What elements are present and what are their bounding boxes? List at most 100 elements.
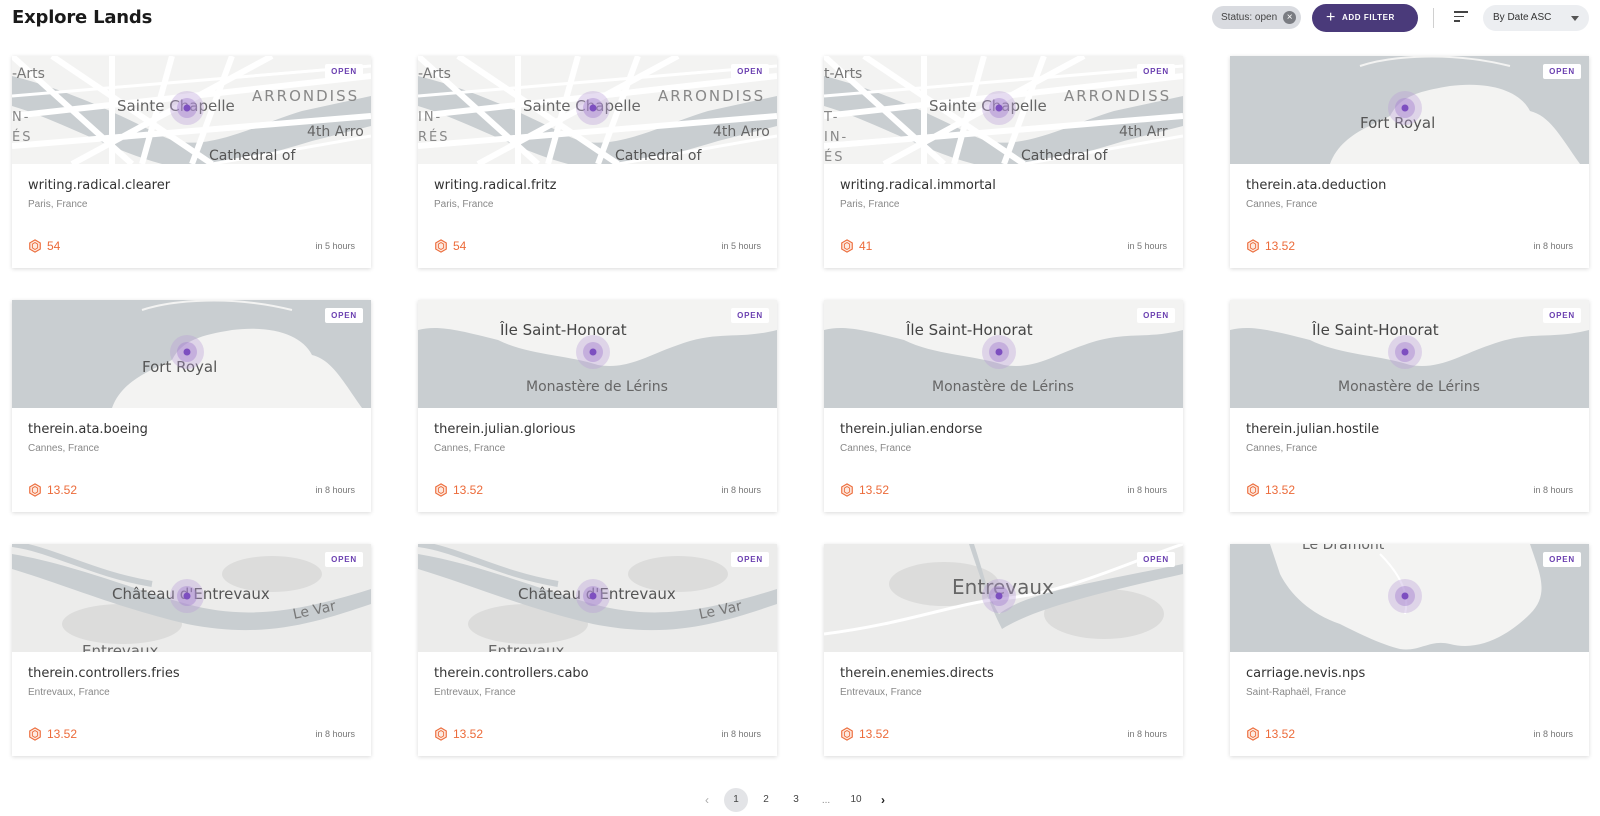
land-name: therein.controllers.cabo [434, 666, 589, 681]
land-location: Paris, France [28, 199, 88, 210]
land-name: writing.radical.clearer [28, 178, 171, 193]
land-card[interactable]: Fort Royal OPEN therein.ata.boeing Canne… [12, 300, 371, 512]
page-button-3[interactable]: 3 [784, 788, 808, 812]
svg-text:-Arts: -Arts [418, 66, 451, 82]
page-title: Explore Lands [12, 7, 153, 28]
land-price: 13.52 [840, 727, 889, 741]
land-card[interactable]: Sainte Chapelle ARRONDISS 4th Arro Cathedra… [418, 56, 777, 268]
land-card[interactable]: Fort Royal OPEN therein.ata.deduction Ca… [1230, 56, 1589, 268]
chevron-left-icon[interactable]: ‹ [698, 793, 716, 807]
card-body: writing.radical.immortal Paris, France 4… [824, 164, 1183, 268]
land-card[interactable]: Entrevaux OPEN therein.enemies.directs E… [824, 544, 1183, 756]
add-filter-button[interactable]: + ADD FILTER [1312, 4, 1418, 32]
svg-text:Île Saint-Honorat: Île Saint-Honorat [499, 320, 627, 339]
land-location: Paris, France [434, 199, 494, 210]
land-card[interactable]: Île Saint-Honorat Monastère de Lérins OPE… [824, 300, 1183, 512]
status-badge: OPEN [325, 308, 363, 323]
price-value: 13.52 [859, 483, 890, 497]
land-name: therein.enemies.directs [840, 666, 994, 681]
map-thumbnail: Sainte Chapelle ARRONDISS 4th Arro Cathedra… [12, 56, 371, 164]
land-name: therein.julian.glorious [434, 422, 576, 437]
map-thumbnail: Entrevaux OPEN [824, 544, 1183, 652]
price-value: 13.52 [453, 727, 484, 741]
status-badge: OPEN [1543, 552, 1581, 567]
card-body: writing.radical.clearer Paris, France 54… [12, 164, 371, 268]
land-name: therein.julian.hostile [1246, 422, 1380, 437]
status-badge: OPEN [1137, 552, 1175, 567]
land-time: in 8 hours [1533, 729, 1573, 739]
price-value: 13.52 [859, 727, 890, 741]
svg-text:Le Dramont: Le Dramont [1302, 544, 1385, 553]
land-location: Cannes, France [840, 443, 912, 454]
divider [1433, 8, 1434, 28]
land-time: in 8 hours [721, 729, 761, 739]
svg-text:Entrevaux: Entrevaux [488, 642, 565, 652]
svg-text:Cathedral of: Cathedral of [615, 148, 702, 164]
land-card[interactable]: Île Saint-Honorat Monastère de Lérins OPE… [1230, 300, 1589, 512]
sort-select-value: By Date ASC [1493, 12, 1552, 23]
page-button-10[interactable]: 10 [844, 788, 868, 812]
svg-text:4th Arro: 4th Arro [713, 124, 770, 140]
card-body: therein.julian.endorse Cannes, France 13… [824, 408, 1183, 512]
page-button-1[interactable]: 1 [724, 788, 748, 812]
map-thumbnail: Fort Royal OPEN [1230, 56, 1589, 164]
land-card[interactable]: Château d'Entrevaux Le Var Entrevaux OPEN … [12, 544, 371, 756]
land-card[interactable]: Sainte Chapelle ARRONDISS 4th Arr Cathedral… [824, 56, 1183, 268]
price-value: 41 [859, 239, 873, 253]
land-price: 13.52 [28, 727, 77, 741]
land-name: writing.radical.fritz [434, 178, 557, 193]
land-card[interactable]: Château d'Entrevaux Le Var Entrevaux OPEN … [418, 544, 777, 756]
svg-text:Cathedral of: Cathedral of [209, 148, 296, 164]
land-card[interactable]: Sainte Chapelle ARRONDISS 4th Arro Cathedra… [12, 56, 371, 268]
remove-filter-icon[interactable]: × [1283, 11, 1297, 24]
token-icon [840, 727, 854, 741]
sort-select[interactable]: By Date ASC [1483, 5, 1589, 31]
price-value: 54 [47, 239, 61, 253]
token-icon [434, 727, 448, 741]
status-badge: OPEN [1543, 308, 1581, 323]
svg-text:Cathedral of: Cathedral of [1021, 148, 1108, 164]
token-icon [28, 483, 42, 497]
page-button-2[interactable]: 2 [754, 788, 778, 812]
land-location: Entrevaux, France [840, 687, 922, 698]
land-card[interactable]: Le Dramont OPEN carriage.nevis.nps Saint… [1230, 544, 1589, 756]
price-value: 13.52 [47, 727, 78, 741]
land-time: in 5 hours [315, 241, 355, 251]
token-icon [28, 727, 42, 741]
land-name: therein.controllers.fries [28, 666, 180, 681]
price-value: 13.52 [453, 483, 484, 497]
land-price: 13.52 [1246, 239, 1295, 253]
caret-down-icon [1571, 16, 1579, 21]
svg-text:ARRONDISS: ARRONDISS [658, 87, 765, 105]
svg-text:4th Arr: 4th Arr [1119, 124, 1168, 140]
map-thumbnail: Sainte Chapelle ARRONDISS 4th Arro Cathedra… [418, 56, 777, 164]
land-price: 41 [840, 239, 872, 253]
svg-text:N-: N- [12, 110, 30, 125]
filter-chip-status[interactable]: Status: open × [1212, 6, 1302, 29]
token-icon [28, 239, 42, 253]
land-location: Cannes, France [1246, 199, 1318, 210]
filter-chip-label: Status: open [1221, 12, 1278, 23]
add-filter-label: ADD FILTER [1341, 13, 1395, 22]
token-icon [1246, 239, 1260, 253]
land-name: writing.radical.immortal [840, 178, 996, 193]
pagination: ‹ 1 2 3... 10 › [698, 788, 892, 812]
card-body: therein.julian.glorious Cannes, France 1… [418, 408, 777, 512]
svg-text:-Arts: -Arts [12, 66, 45, 82]
land-location: Cannes, France [28, 443, 100, 454]
status-badge: OPEN [1137, 64, 1175, 79]
land-price: 13.52 [840, 483, 889, 497]
price-value: 13.52 [1265, 483, 1296, 497]
land-grid: Sainte Chapelle ARRONDISS 4th Arro Cathedra… [12, 56, 1589, 756]
land-location: Entrevaux, France [28, 687, 110, 698]
svg-text:ARRONDISS: ARRONDISS [1064, 87, 1171, 105]
card-body: writing.radical.fritz Paris, France 54 i… [418, 164, 777, 268]
svg-text:4th Arro: 4th Arro [307, 124, 364, 140]
price-value: 13.52 [1265, 727, 1296, 741]
svg-text:ARRONDISS: ARRONDISS [252, 87, 359, 105]
land-card[interactable]: Île Saint-Honorat Monastère de Lérins OPE… [418, 300, 777, 512]
status-badge: OPEN [731, 308, 769, 323]
chevron-right-icon[interactable]: › [874, 793, 892, 807]
price-value: 13.52 [1265, 239, 1296, 253]
sort-icon[interactable] [1454, 11, 1468, 23]
